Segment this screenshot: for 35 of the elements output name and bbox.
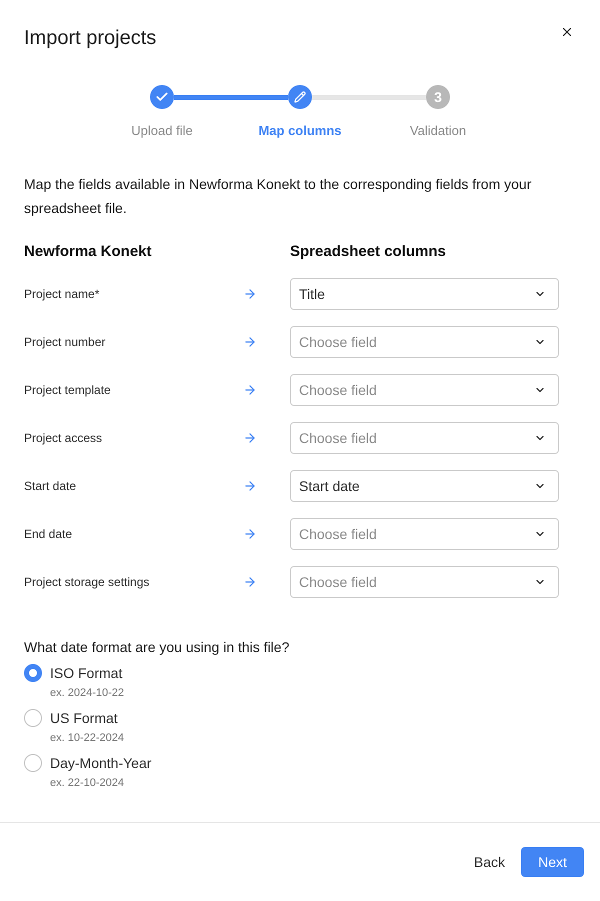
question-text: What date format are you using in this file? (24, 638, 290, 657)
field-label: Project name* (24, 286, 100, 302)
close-icon (560, 25, 574, 39)
next-button[interactable]: Next (521, 847, 584, 877)
arrow-right-icon (243, 479, 257, 493)
column-heading: Newforma Konekt (24, 242, 153, 262)
radio-label[interactable]: US Format (50, 708, 118, 728)
step-number: 3 (426, 85, 450, 109)
format-example: ex. 10-22-2024 (50, 731, 124, 746)
description-text: Map the fields available in Newforma Konekt to the corresponding fields from your spreadsheet file. (24, 175, 532, 218)
dialog-title: Import projects (24, 26, 156, 51)
format-example: ex. 2024-10-22 (50, 686, 124, 701)
step-label: Upload file (131, 122, 193, 140)
radio-button[interactable] (24, 664, 42, 682)
arrow-right-icon (243, 335, 257, 349)
radio-label[interactable]: ISO Format (50, 663, 122, 683)
field-label: Project access (24, 430, 104, 446)
select-field[interactable]: Start date (290, 470, 559, 502)
radio-button[interactable] (24, 709, 42, 727)
arrow-right-icon (243, 287, 257, 301)
radio-button[interactable] (24, 754, 42, 772)
arrow-right-icon (243, 431, 257, 445)
column-heading: Spreadsheet columns (290, 242, 446, 262)
select-field[interactable]: Title (290, 278, 559, 310)
field-label: Project template (24, 382, 112, 398)
step-label: Validation (410, 122, 466, 140)
back-button[interactable]: Back (466, 847, 513, 877)
radio-label[interactable]: Day-Month-Year (50, 753, 152, 773)
arrow-right-icon (243, 383, 257, 397)
field-label: Start date (24, 478, 78, 494)
format-example: ex. 22-10-2024 (50, 776, 124, 791)
field-label: End date (24, 526, 74, 542)
step-label: Map columns (258, 122, 342, 140)
field-label: Project number (24, 334, 106, 350)
field-label: Project storage settings (24, 574, 150, 590)
